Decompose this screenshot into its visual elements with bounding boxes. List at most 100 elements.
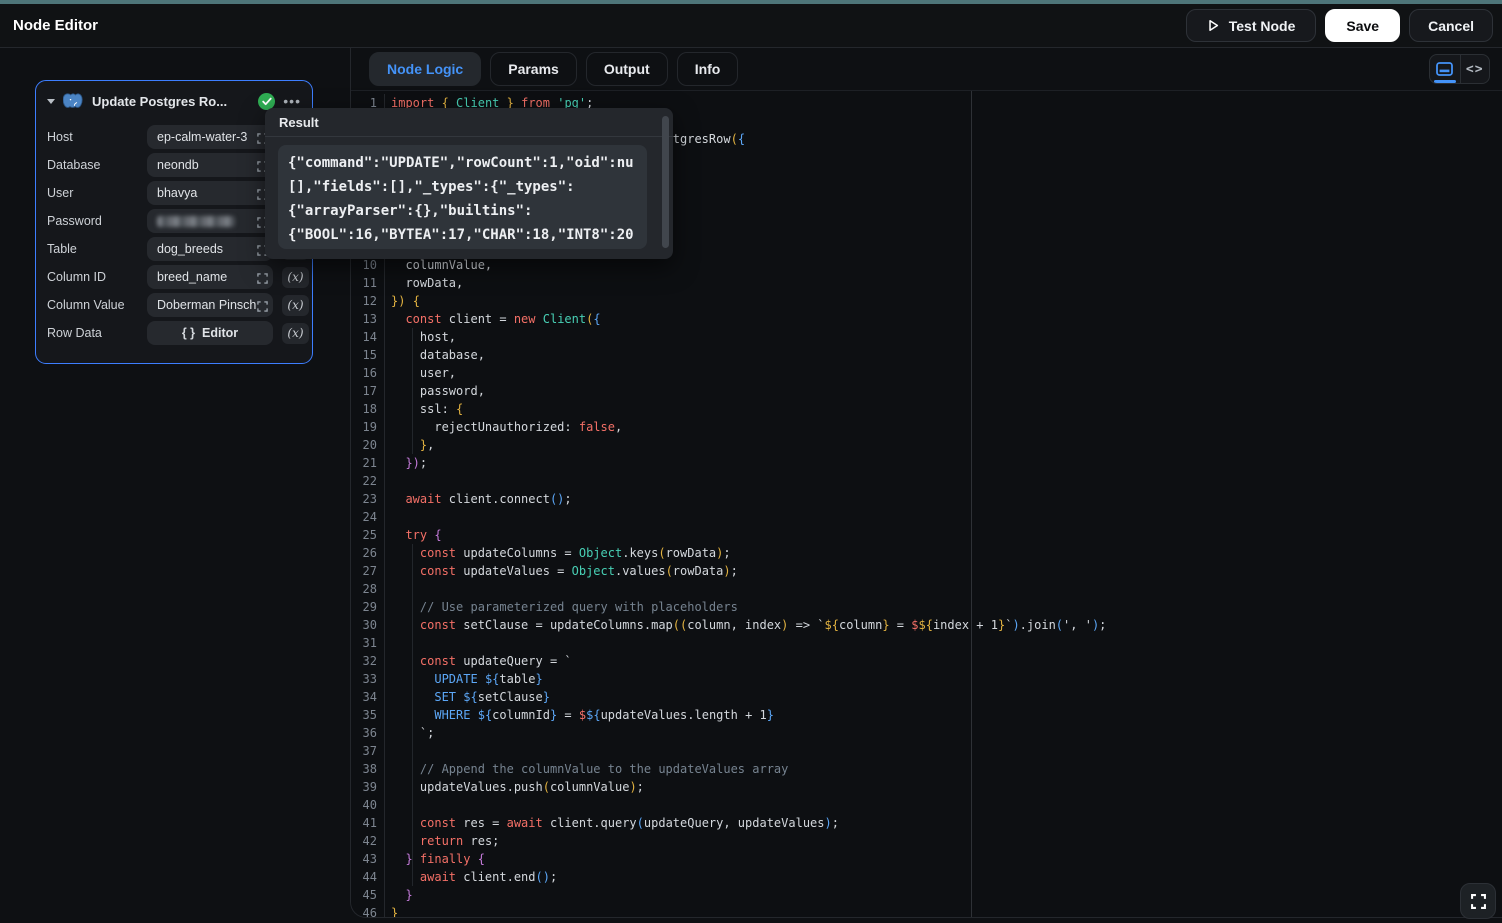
result-scrollbar[interactable]	[662, 116, 669, 248]
field-input[interactable]: ep-calm-water-3	[147, 125, 273, 149]
line-number: 33	[351, 670, 385, 688]
fullscreen-icon	[1471, 894, 1486, 909]
field-row: Password(x)	[47, 207, 302, 235]
line-number: 17	[351, 382, 385, 400]
field-row: Userbhavya(x)	[47, 179, 302, 207]
expand-icon[interactable]	[257, 271, 268, 289]
line-number: 40	[351, 796, 385, 814]
code-line: 33 UPDATE ${table}	[351, 670, 1502, 688]
tab-params[interactable]: Params	[490, 52, 577, 86]
line-number: 23	[351, 490, 385, 508]
code-line: 26 const updateColumns = Object.keys(row…	[351, 544, 1502, 562]
field-input[interactable]: breed_name	[147, 265, 273, 289]
masked-password-value	[157, 216, 235, 227]
code-line: 12}) {	[351, 292, 1502, 310]
node-title: Update Postgres Ro...	[92, 94, 250, 109]
code-line: 30 const setClause = updateColumns.map((…	[351, 616, 1502, 634]
line-content: rejectUnauthorized: false,	[385, 418, 622, 436]
line-content: updateValues.push(columnValue);	[385, 778, 644, 796]
fx-chip[interactable]: (x)	[282, 267, 309, 288]
field-row: Column ValueDoberman Pinsch(x)	[47, 291, 302, 319]
line-content	[385, 580, 391, 598]
tab-node-logic[interactable]: Node Logic	[369, 52, 481, 86]
field-label: Table	[47, 242, 147, 256]
code-line: 31	[351, 634, 1502, 652]
line-number: 44	[351, 868, 385, 886]
line-content: const res = await client.query(updateQue…	[385, 814, 839, 832]
result-line: {},"binary":	[288, 247, 637, 249]
code-view-icon: <>	[1466, 62, 1484, 77]
test-node-button[interactable]: Test Node	[1186, 9, 1317, 42]
line-number: 45	[351, 886, 385, 904]
field-value: dog_breeds	[147, 242, 223, 256]
code-line: 32 const updateQuery = `	[351, 652, 1502, 670]
line-number: 11	[351, 274, 385, 292]
result-popover-title: Result	[265, 108, 673, 137]
ellipsis-icon[interactable]: •••	[283, 96, 301, 106]
line-number: 43	[351, 850, 385, 868]
tab-output[interactable]: Output	[586, 52, 668, 86]
line-number: 31	[351, 634, 385, 652]
code-line: 44 await client.end();	[351, 868, 1502, 886]
code-line: 36 `;	[351, 724, 1502, 742]
line-content	[385, 796, 391, 814]
field-value: Doberman Pinsch	[147, 298, 256, 312]
code-line: 15 database,	[351, 346, 1502, 364]
line-number: 24	[351, 508, 385, 526]
test-node-label: Test Node	[1229, 18, 1296, 34]
line-content: UPDATE ${table}	[385, 670, 543, 688]
field-input[interactable]: dog_breeds	[147, 237, 273, 261]
fx-chip[interactable]: (x)	[282, 295, 309, 316]
line-number: 16	[351, 364, 385, 382]
field-input[interactable]	[147, 209, 273, 233]
cancel-button[interactable]: Cancel	[1409, 9, 1493, 42]
code-view-toggle[interactable]: <>	[1460, 55, 1490, 83]
field-label: Password	[47, 214, 147, 228]
field-value: ep-calm-water-3	[147, 130, 247, 144]
field-input[interactable]: bhavya	[147, 181, 273, 205]
fx-chip[interactable]: (x)	[282, 323, 309, 344]
tab-info[interactable]: Info	[677, 52, 739, 86]
line-content: try {	[385, 526, 442, 544]
result-line: {"BOOL":16,"BYTEA":17,"CHAR":18,"INT8":2…	[288, 223, 637, 247]
line-content: } finally {	[385, 850, 485, 868]
line-content: host,	[385, 328, 456, 346]
code-line: 27 const updateValues = Object.values(ro…	[351, 562, 1502, 580]
line-content: // Append the columnValue to the updateV…	[385, 760, 788, 778]
field-row: Databaseneondb(x)	[47, 151, 302, 179]
field-label: Database	[47, 158, 147, 172]
field-value: breed_name	[147, 270, 227, 284]
line-content: }	[385, 886, 413, 904]
save-button[interactable]: Save	[1325, 9, 1400, 42]
line-number: 41	[351, 814, 385, 832]
row-data-editor-button[interactable]: { }Editor	[147, 321, 273, 345]
code-line: 18 ssl: {	[351, 400, 1502, 418]
expand-icon[interactable]	[257, 299, 268, 317]
code-line: 11 rowData,	[351, 274, 1502, 292]
line-number: 39	[351, 778, 385, 796]
code-line: 46}	[351, 904, 1502, 917]
line-content: });	[385, 454, 427, 472]
field-label: Column Value	[47, 298, 147, 312]
code-line: 40	[351, 796, 1502, 814]
line-number: 37	[351, 742, 385, 760]
code-line: 16 user,	[351, 364, 1502, 382]
line-content: password,	[385, 382, 485, 400]
code-line: 17 password,	[351, 382, 1502, 400]
field-row: Column IDbreed_name(x)	[47, 263, 302, 291]
line-content: const updateColumns = Object.keys(rowDat…	[385, 544, 731, 562]
code-line: 38 // Append the columnValue to the upda…	[351, 760, 1502, 778]
field-input[interactable]: neondb	[147, 153, 273, 177]
code-line: 22	[351, 472, 1502, 490]
field-row: Row Data{ }Editor(x)	[47, 319, 302, 347]
code-line: 29 // Use parameterized query with place…	[351, 598, 1502, 616]
code-line: 37	[351, 742, 1502, 760]
code-line: 28	[351, 580, 1502, 598]
chevron-down-icon[interactable]	[47, 99, 55, 104]
fullscreen-button[interactable]	[1460, 883, 1496, 919]
line-number: 19	[351, 418, 385, 436]
code-line: 35 WHERE ${columnId} = $${updateValues.l…	[351, 706, 1502, 724]
line-number: 15	[351, 346, 385, 364]
row-view-toggle[interactable]	[1430, 55, 1460, 83]
field-input[interactable]: Doberman Pinsch	[147, 293, 273, 317]
